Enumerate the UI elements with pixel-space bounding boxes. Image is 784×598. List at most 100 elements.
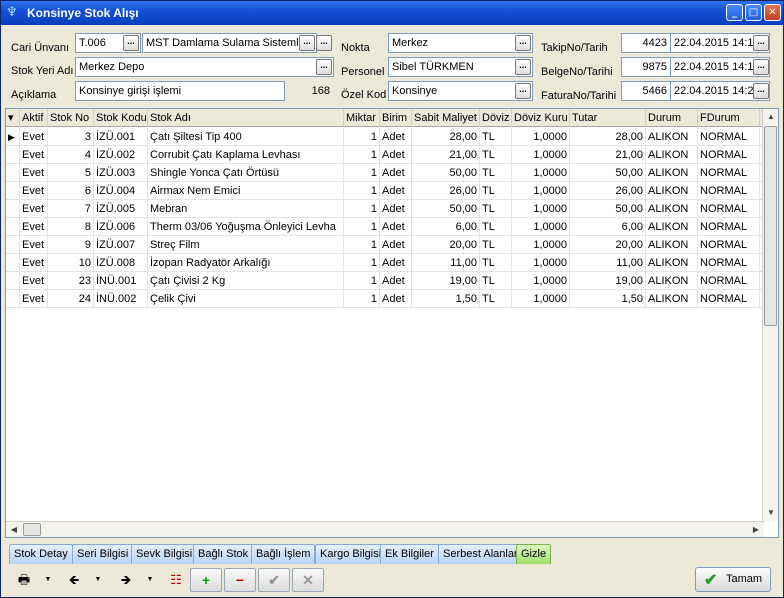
- table-cell[interactable]: Evet: [20, 182, 48, 200]
- table-cell[interactable]: 1: [344, 146, 380, 164]
- table-cell[interactable]: 1: [344, 164, 380, 182]
- vertical-scroll-thumb[interactable]: [764, 126, 777, 326]
- table-cell[interactable]: İZÜ.008: [94, 254, 148, 272]
- table-cell[interactable]: NORMAL: [698, 254, 760, 272]
- table-cell[interactable]: Adet: [380, 290, 412, 308]
- table-cell[interactable]: 28,00: [412, 128, 480, 146]
- table-cell[interactable]: 1,0000: [512, 164, 570, 182]
- table-cell[interactable]: Shingle Yonca Çatı Örtüsü: [148, 164, 344, 182]
- ok-button[interactable]: ✔ Tamam: [695, 567, 771, 592]
- table-cell[interactable]: 28,00: [570, 128, 646, 146]
- column-header[interactable]: Stok Kodu: [94, 109, 148, 127]
- table-cell[interactable]: Çatı Şiltesi Tip 400: [148, 128, 344, 146]
- table-cell[interactable]: 1,0000: [512, 128, 570, 146]
- table-cell[interactable]: 10: [48, 254, 94, 272]
- table-cell[interactable]: İNÜ.002: [94, 290, 148, 308]
- table-cell[interactable]: Evet: [20, 290, 48, 308]
- scroll-right-icon[interactable]: ▶: [748, 522, 764, 538]
- table-cell[interactable]: 1,0000: [512, 290, 570, 308]
- table-cell[interactable]: NORMAL: [698, 236, 760, 254]
- table-cell[interactable]: İNÜ.001: [94, 272, 148, 290]
- table-cell[interactable]: NORMAL: [698, 218, 760, 236]
- table-row[interactable]: Evet 9 İZÜ.007 Streç Film 1 Adet 20,00 TL 1,0000…: [6, 236, 764, 254]
- tab-item[interactable]: Ek Bilgiler: [380, 544, 439, 564]
- table-cell[interactable]: 7: [48, 200, 94, 218]
- table-cell[interactable]: Adet: [380, 182, 412, 200]
- table-cell[interactable]: İZÜ.001: [94, 128, 148, 146]
- table-cell[interactable]: Evet: [20, 128, 48, 146]
- tab-item[interactable]: Seri Bilgisi: [72, 544, 134, 564]
- table-cell[interactable]: 21,00: [412, 146, 480, 164]
- table-row[interactable]: Evet 7 İZÜ.005 Mebran 1 Adet 50,00 TL 1,0000 50,0…: [6, 200, 764, 218]
- horizontal-scrollbar[interactable]: ◀ ▶: [6, 521, 764, 537]
- table-cell[interactable]: Streç Film: [148, 236, 344, 254]
- table-cell[interactable]: 24: [48, 290, 94, 308]
- belge-date-button[interactable]: ...: [753, 59, 769, 75]
- fatura-no-field[interactable]: 5466: [621, 81, 671, 101]
- column-header[interactable]: Döviz Kuru: [512, 109, 570, 127]
- print-icon[interactable]: 🖶: [13, 568, 35, 592]
- table-cell[interactable]: ALIKON: [646, 200, 698, 218]
- table-cell[interactable]: 20,00: [570, 236, 646, 254]
- table-cell[interactable]: 8: [48, 218, 94, 236]
- table-cell[interactable]: Adet: [380, 236, 412, 254]
- table-cell[interactable]: Adet: [380, 200, 412, 218]
- table-cell[interactable]: Evet: [20, 146, 48, 164]
- takip-date-button[interactable]: ...: [753, 35, 769, 51]
- table-cell[interactable]: 1: [344, 218, 380, 236]
- tab-item[interactable]: Gizle: [516, 544, 552, 564]
- table-cell[interactable]: TL: [480, 254, 512, 272]
- table-cell[interactable]: 5: [48, 164, 94, 182]
- table-cell[interactable]: 6,00: [412, 218, 480, 236]
- table-cell[interactable]: TL: [480, 128, 512, 146]
- column-header[interactable]: Durum: [646, 109, 698, 127]
- column-header[interactable]: Stok Adı: [148, 109, 344, 127]
- table-cell[interactable]: İZÜ.005: [94, 200, 148, 218]
- table-cell[interactable]: 4: [48, 146, 94, 164]
- table-cell[interactable]: Airmax Nem Emici: [148, 182, 344, 200]
- table-row[interactable]: Evet 4 İZÜ.002 Corrubit Çatı Kaplama Levhas…: [6, 146, 764, 164]
- personel-lookup-button[interactable]: ...: [515, 59, 531, 75]
- minimize-button[interactable]: _: [726, 4, 743, 21]
- nokta-lookup-button[interactable]: ...: [515, 35, 531, 51]
- tab-item[interactable]: Sevk Bilgisi: [131, 544, 198, 564]
- table-cell[interactable]: Adet: [380, 254, 412, 272]
- stok-yeri-field[interactable]: Merkez Depo: [75, 57, 334, 77]
- table-cell[interactable]: 1,0000: [512, 182, 570, 200]
- table-cell[interactable]: 26,00: [570, 182, 646, 200]
- table-cell[interactable]: İZÜ.004: [94, 182, 148, 200]
- table-cell[interactable]: ALIKON: [646, 254, 698, 272]
- arrow-left-icon[interactable]: 🡸: [63, 568, 85, 592]
- table-cell[interactable]: 21,00: [570, 146, 646, 164]
- table-row[interactable]: Evet 23 İNÜ.001 Çatı Çivisi 2 Kg 1 Adet 19,00 T…: [6, 272, 764, 290]
- table-cell[interactable]: 26,00: [412, 182, 480, 200]
- scroll-up-icon[interactable]: ▲: [763, 109, 779, 125]
- table-cell[interactable]: Evet: [20, 200, 48, 218]
- table-cell[interactable]: 1,0000: [512, 236, 570, 254]
- personel-field[interactable]: Sibel TÜRKMEN: [388, 57, 533, 77]
- ozel-kod-field[interactable]: Konsinye: [388, 81, 533, 101]
- table-cell[interactable]: TL: [480, 236, 512, 254]
- tab-item[interactable]: Bağlı Stok: [193, 544, 254, 564]
- table-row[interactable]: Evet 24 İNÜ.002 Çelik Çivi 1 Adet 1,50 TL 1,0000…: [6, 290, 764, 308]
- column-header[interactable]: Birim: [380, 109, 412, 127]
- table-cell[interactable]: 19,00: [570, 272, 646, 290]
- column-header[interactable]: Döviz: [480, 109, 512, 127]
- cari-name-extra-button[interactable]: ...: [316, 35, 332, 51]
- table-cell[interactable]: 6: [48, 182, 94, 200]
- table-cell[interactable]: ALIKON: [646, 164, 698, 182]
- table-cell[interactable]: ALIKON: [646, 272, 698, 290]
- table-cell[interactable]: ALIKON: [646, 128, 698, 146]
- table-cell[interactable]: 9: [48, 236, 94, 254]
- table-cell[interactable]: 1,0000: [512, 272, 570, 290]
- table-cell[interactable]: NORMAL: [698, 146, 760, 164]
- table-cell[interactable]: NORMAL: [698, 200, 760, 218]
- column-header[interactable]: Sabit Maliyet: [412, 109, 480, 127]
- table-cell[interactable]: 20,00: [412, 236, 480, 254]
- next-dropdown-icon[interactable]: ▼: [145, 568, 155, 592]
- maximize-button[interactable]: □: [745, 4, 762, 21]
- scroll-down-icon[interactable]: ▼: [763, 505, 779, 521]
- table-row[interactable]: Evet 5 İZÜ.003 Shingle Yonca Çatı Örtüsü 1 Ad…: [6, 164, 764, 182]
- takip-no-field[interactable]: 4423: [621, 33, 671, 53]
- table-cell[interactable]: İZÜ.003: [94, 164, 148, 182]
